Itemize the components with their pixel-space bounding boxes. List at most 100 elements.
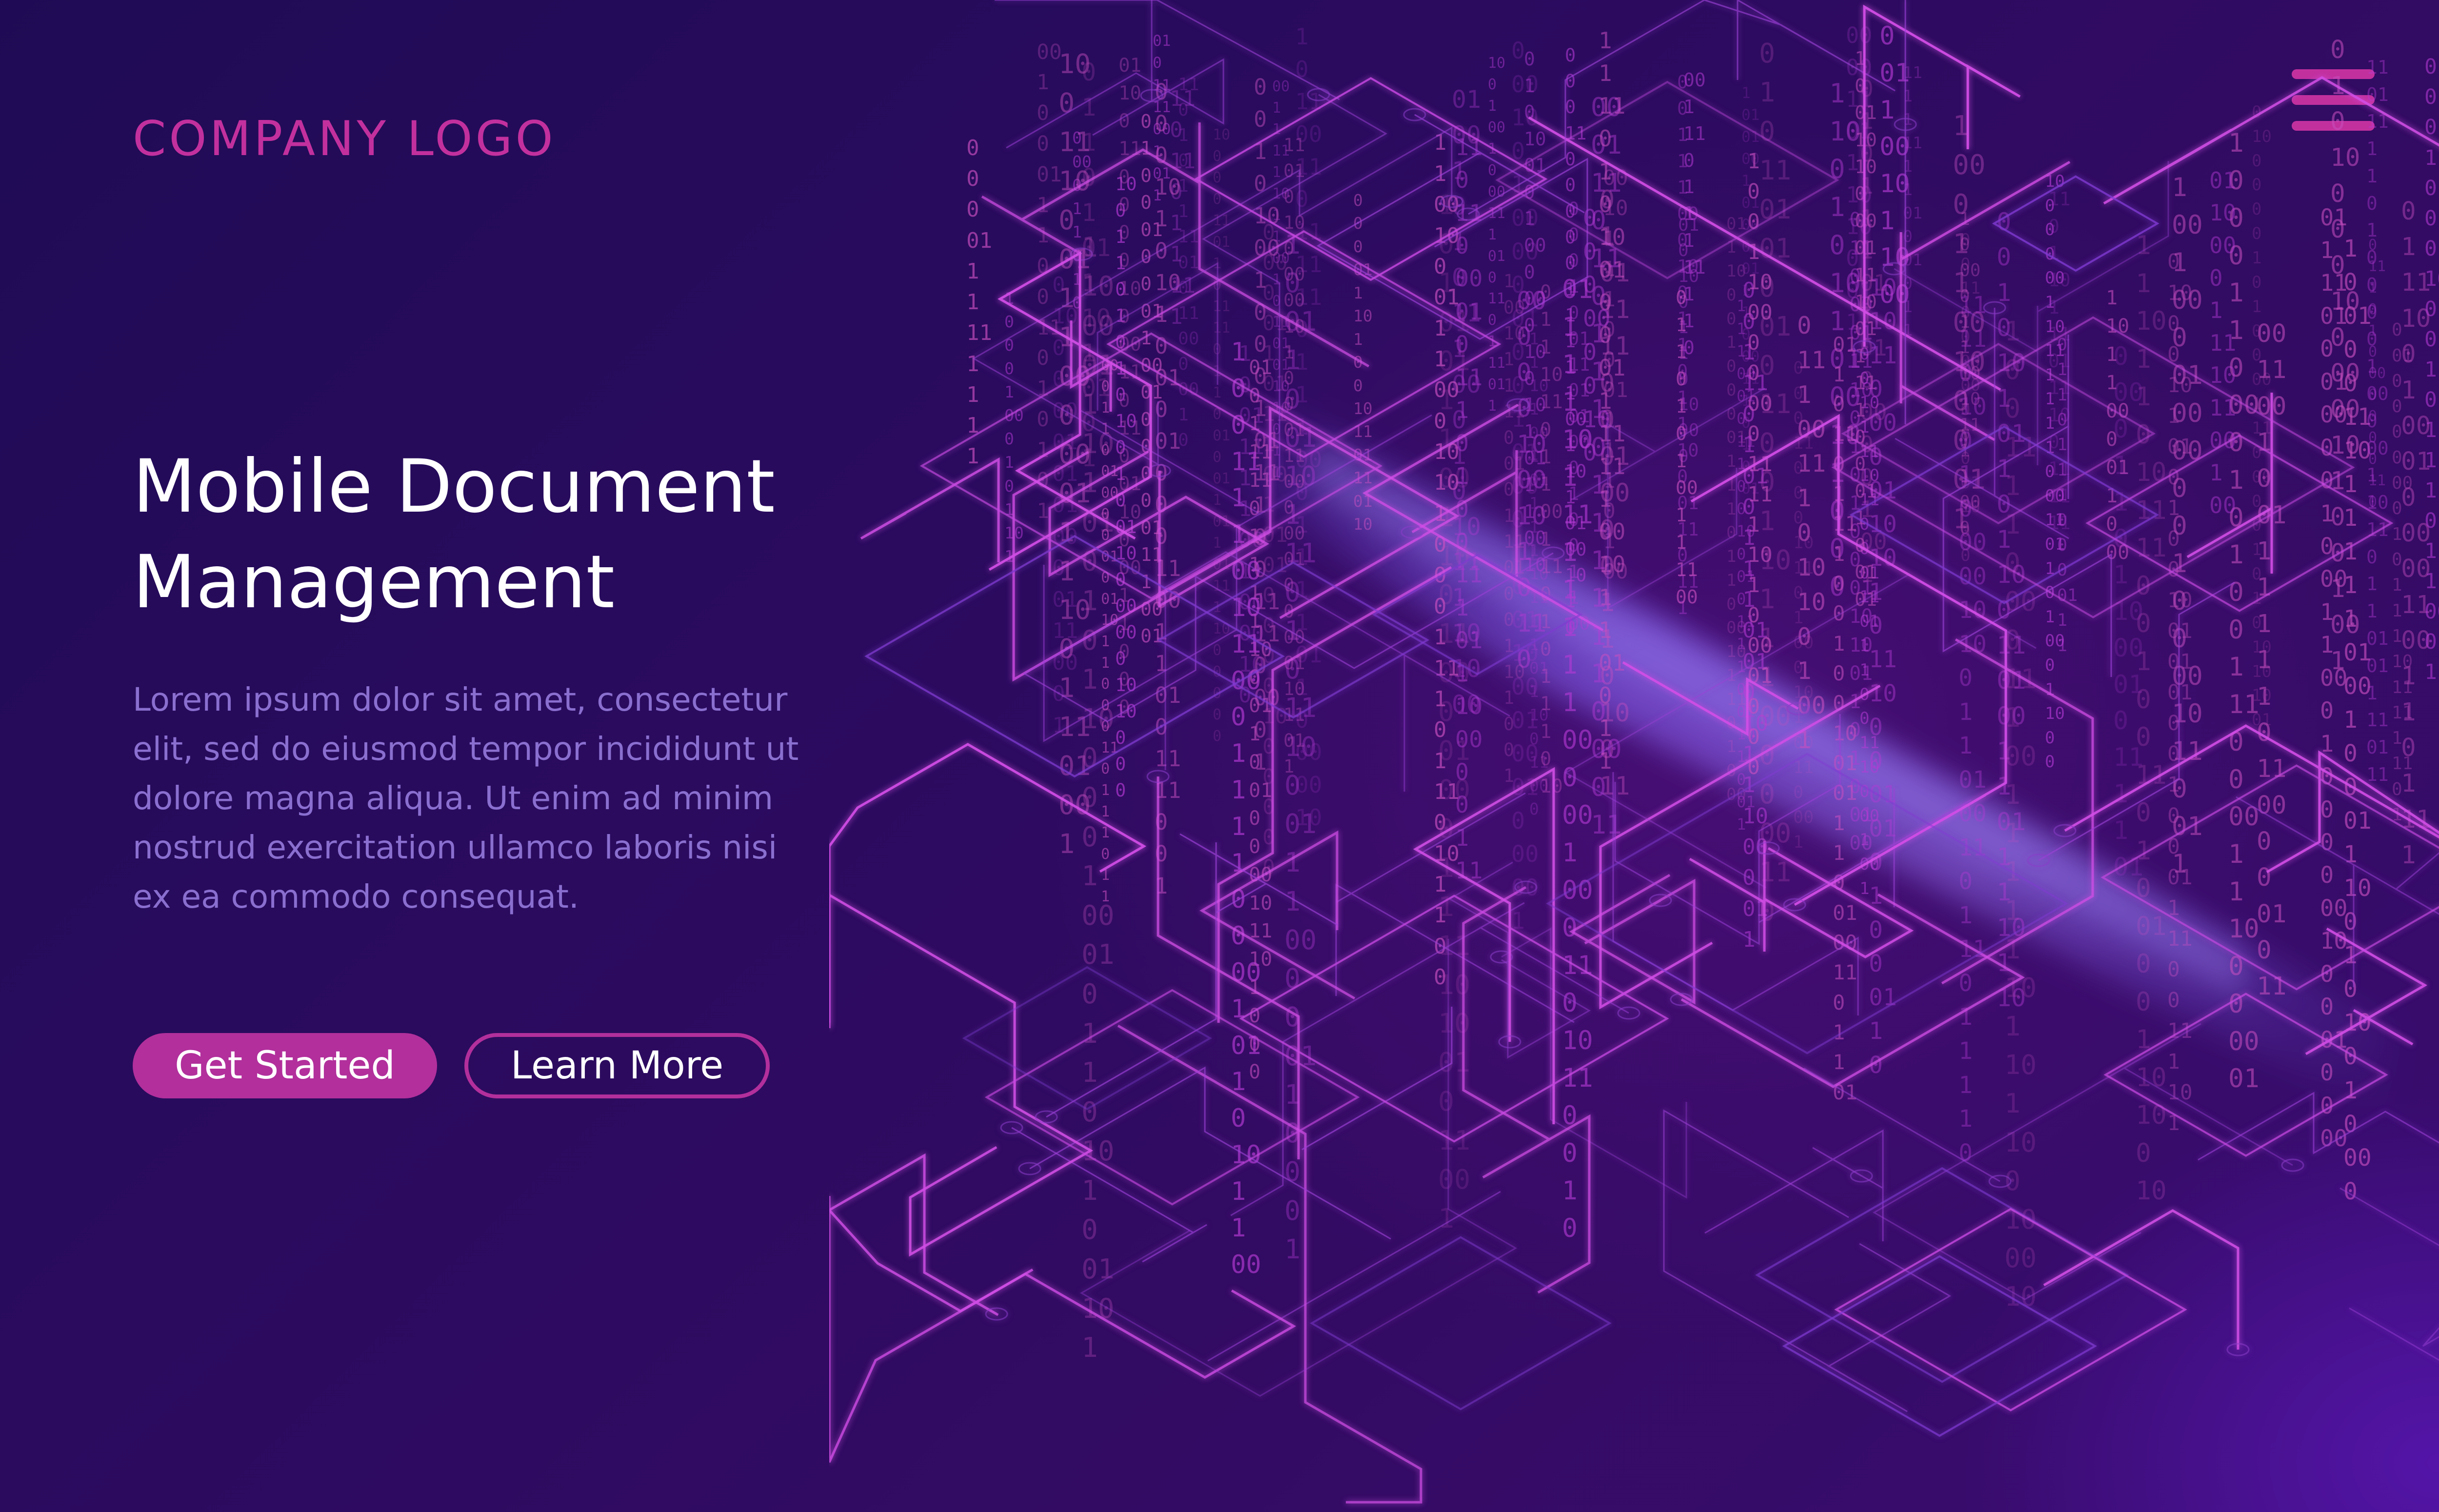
binary-digit: 01 bbox=[966, 228, 992, 253]
binary-digit: 11 bbox=[1759, 155, 1791, 186]
binary-digit: 11 bbox=[1759, 388, 1791, 419]
binary-digit: 10 bbox=[1524, 394, 1546, 416]
binary-digit: 1 bbox=[1434, 161, 1447, 186]
binary-digit: 0 bbox=[2257, 464, 2272, 493]
binary-digit: 0 bbox=[1726, 309, 1736, 329]
get-started-button[interactable]: Get Started bbox=[133, 1033, 437, 1098]
binary-digit: 0 bbox=[1793, 658, 1803, 677]
binary-digit: 1 bbox=[1119, 585, 1130, 607]
binary-digit: 0 bbox=[1488, 269, 1497, 286]
binary-digit: 10 bbox=[2330, 143, 2360, 172]
circuit-path bbox=[2340, 1188, 2439, 1388]
binary-digit: 0 bbox=[2330, 215, 2345, 244]
binary-digit: 0 bbox=[1737, 545, 1746, 563]
binary-digit: 01 bbox=[1759, 311, 1791, 342]
binary-digit: 10 bbox=[1295, 804, 1322, 831]
binary-digit: 01 bbox=[1249, 779, 1272, 802]
binary-digit: 1 bbox=[2366, 682, 2378, 704]
binary-digit: 1 bbox=[1254, 749, 1267, 775]
binary-digit: 10 bbox=[1793, 533, 1814, 553]
binary-digit: 10 bbox=[1353, 306, 1373, 325]
binary-digit: 1 bbox=[2209, 297, 2223, 323]
binary-digit: 0 bbox=[1155, 397, 1168, 422]
binary-digit: 0 bbox=[2401, 734, 2416, 762]
binary-digit: 11 bbox=[1562, 1063, 1593, 1093]
binary-digit: 1 bbox=[1081, 1175, 1098, 1207]
binary-digit: 0 bbox=[2401, 197, 2416, 226]
binary-digit: 1 bbox=[1859, 636, 1869, 656]
binary-digit: 0 bbox=[2368, 408, 2377, 425]
binary-digit: 1 bbox=[2424, 146, 2437, 170]
binary-digit: 11 bbox=[966, 320, 992, 345]
binary-digit: 0 bbox=[1434, 409, 1447, 434]
binary-digit: 1 bbox=[2136, 269, 2151, 298]
binary-digit: 0 bbox=[2252, 151, 2261, 171]
binary-digit: 1 bbox=[1438, 1203, 1454, 1234]
binary-digit: 1 bbox=[1879, 206, 1895, 236]
binary-digit: 1 bbox=[1434, 687, 1447, 712]
binary-digit: 0 bbox=[2320, 697, 2334, 724]
binary-digit: 00 bbox=[1295, 446, 1322, 473]
binary-digit: 1 bbox=[2424, 478, 2437, 503]
binary-digit: 0 bbox=[1599, 125, 1612, 152]
binary-digit: 0 bbox=[1565, 45, 1576, 66]
binary-digit: 1 bbox=[1524, 75, 1535, 97]
binary-digit: 1 bbox=[2424, 418, 2437, 442]
binary-digit: 1 bbox=[966, 259, 980, 284]
isometric-frame bbox=[987, 990, 1358, 1204]
binary-digit: 0 bbox=[1037, 285, 1049, 309]
binary-digit: 0 bbox=[1155, 841, 1168, 867]
learn-more-button[interactable]: Learn More bbox=[464, 1033, 770, 1098]
binary-digit: 1 bbox=[1239, 341, 1252, 366]
binary-digit: 0 bbox=[2228, 989, 2244, 1019]
binary-digit: 00 bbox=[1511, 841, 1539, 868]
binary-digit: 0 bbox=[1254, 331, 1267, 357]
binary-digit: 0 bbox=[1503, 427, 1514, 448]
company-logo[interactable]: COMPANY LOGO bbox=[133, 111, 556, 167]
binary-digit: 1 bbox=[1793, 833, 1803, 852]
binary-digit: 10 bbox=[1603, 196, 1628, 220]
binary-digit: 0 bbox=[966, 136, 980, 160]
binary-digit: 00 bbox=[1231, 1250, 1261, 1279]
binary-digit: 00 bbox=[1295, 739, 1322, 765]
binary-digit: 00 bbox=[1455, 726, 1483, 753]
binary-digit: 11 bbox=[2228, 690, 2259, 719]
binary-digit: 0 bbox=[2424, 297, 2437, 321]
binary-digit: 0 bbox=[2368, 451, 2377, 468]
binary-digit: 00 bbox=[2343, 1144, 2372, 1172]
binary-digit: 1 bbox=[1833, 1050, 1845, 1074]
binary-digit: 11 bbox=[1683, 123, 1706, 144]
binary-digit: 00 bbox=[1540, 501, 1563, 523]
binary-digit: 1 bbox=[1434, 316, 1447, 341]
binary-digit: 11 bbox=[1869, 646, 1897, 673]
binary-digit: 0 bbox=[1140, 165, 1152, 186]
binary-digit: 0 bbox=[1726, 380, 1736, 400]
binary-digit: 0 bbox=[1583, 239, 1597, 265]
binary-digit: 10 bbox=[1455, 693, 1483, 720]
binary-digit: 0 bbox=[1524, 368, 1535, 389]
binary-digit: 0 bbox=[1438, 1086, 1454, 1117]
binary-digit: 01 bbox=[1284, 1040, 1317, 1072]
binary-digit: 0 bbox=[1829, 230, 1845, 260]
binary-digit: 0 bbox=[2368, 494, 2377, 511]
binary-digit: 0 bbox=[1503, 479, 1514, 500]
binary-digit: 0 bbox=[1833, 392, 1845, 416]
binary-digit: 11 bbox=[1591, 810, 1622, 840]
binary-digit: 1 bbox=[1272, 99, 1281, 117]
binary-digit: 1 bbox=[1737, 342, 1746, 360]
binary-digit: 0 bbox=[1037, 346, 1049, 370]
binary-digit: 0 bbox=[1004, 429, 1014, 448]
binary-digit: 01 bbox=[2424, 176, 2439, 200]
binary-digit: 1 bbox=[1833, 841, 1845, 865]
binary-digit: 1 bbox=[1683, 283, 1695, 305]
binary-digit: 00 bbox=[1562, 725, 1593, 755]
binary-digit: 1 bbox=[1833, 632, 1845, 656]
circuit-path bbox=[1158, 776, 1299, 1159]
binary-digit: 00 bbox=[2257, 791, 2286, 820]
binary-digit: 1 bbox=[1829, 192, 1845, 222]
binary-digit: 1 bbox=[2209, 459, 2223, 486]
binary-digit: 0 bbox=[2320, 1059, 2334, 1086]
binary-digit: 0 bbox=[1231, 1104, 1246, 1133]
binary-digit: 00 bbox=[1284, 924, 1317, 955]
binary-digit: 0 bbox=[1583, 339, 1597, 366]
